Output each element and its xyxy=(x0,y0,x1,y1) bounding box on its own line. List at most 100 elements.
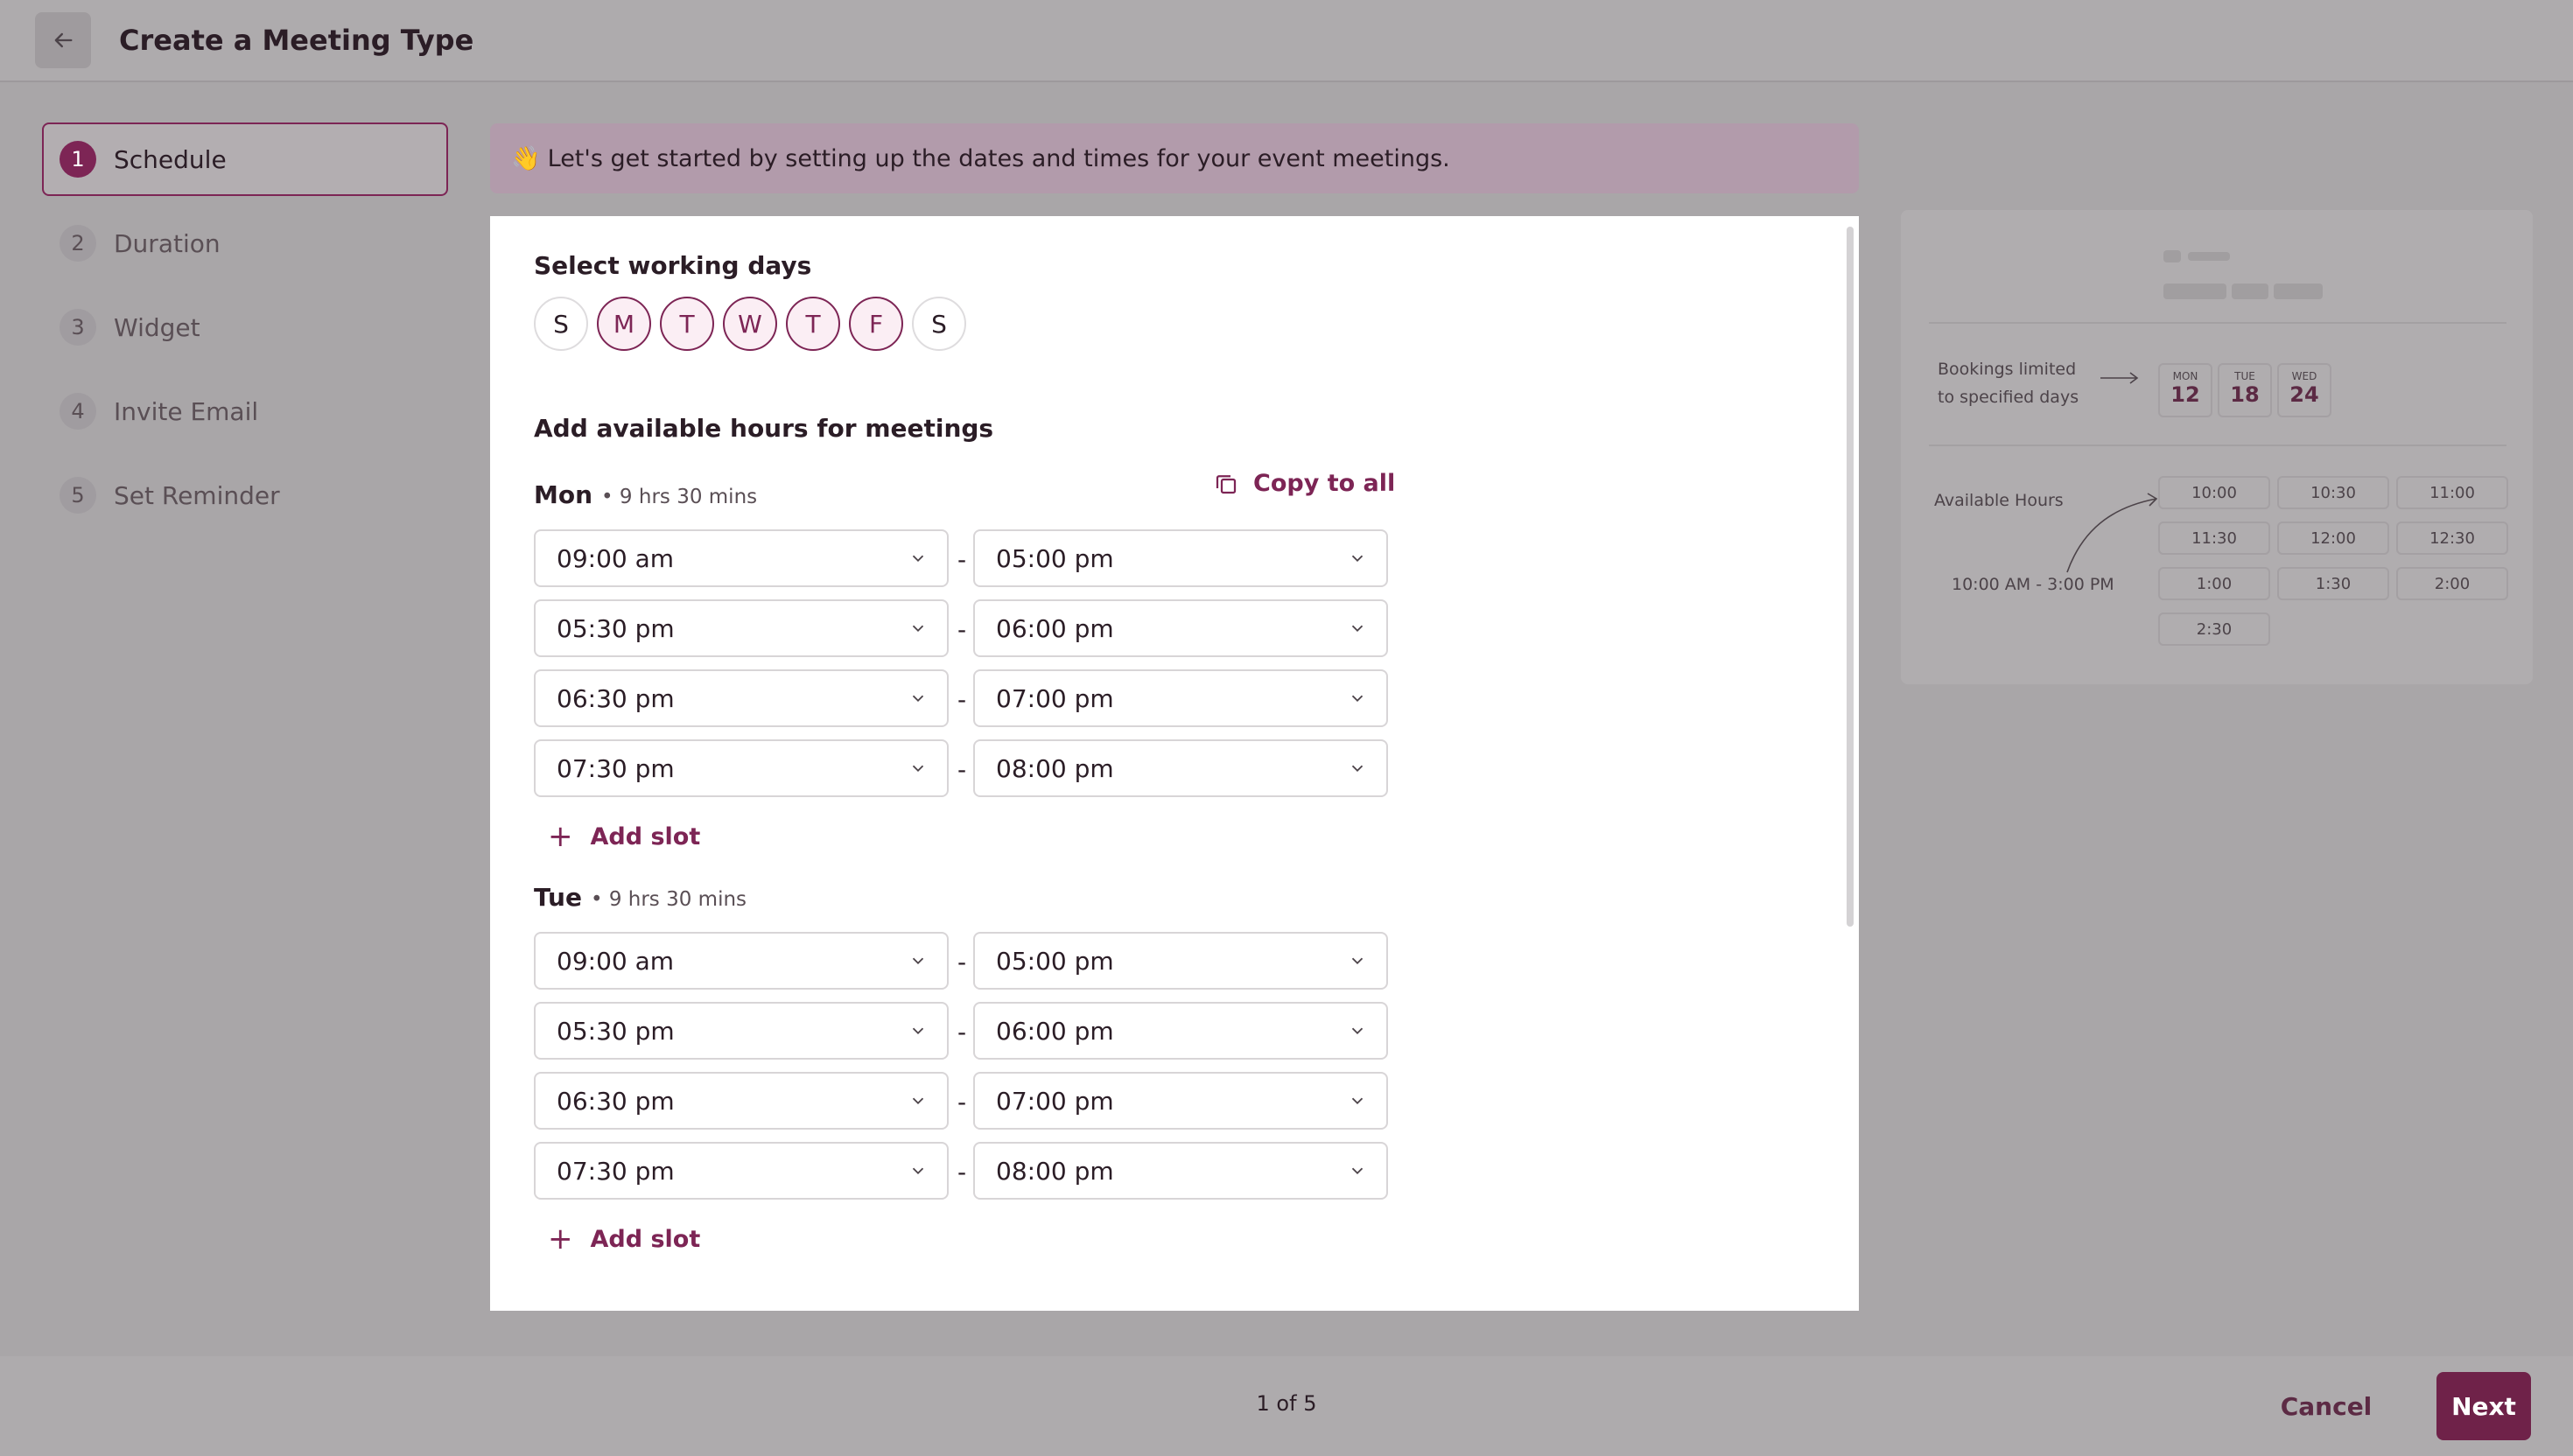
range-separator: - xyxy=(957,1088,967,1116)
chevron-down-icon xyxy=(1351,765,1364,773)
step-number: 4 xyxy=(60,393,96,430)
date-weekday: TUE xyxy=(2234,370,2255,382)
placeholder-bar xyxy=(2232,284,2268,299)
day-heading-tue: Tue • 9 hrs 30 mins xyxy=(534,883,747,912)
day-toggle-tuesday[interactable]: T xyxy=(660,297,714,351)
footer-bar: 1 of 5 Cancel Next xyxy=(0,1356,2573,1456)
arrow-left-icon xyxy=(54,32,73,48)
placeholder-bar xyxy=(2188,252,2230,261)
end-time-select[interactable]: 05:00 pm xyxy=(973,932,1388,990)
back-button[interactable] xyxy=(35,12,91,68)
range-separator: - xyxy=(957,685,967,714)
arrow-right-icon xyxy=(2100,372,2139,384)
time-slot-row: 06:30 pm - 07:00 pm xyxy=(534,1072,1388,1130)
step-label: Schedule xyxy=(114,144,227,174)
start-time-select[interactable]: 07:30 pm xyxy=(534,1142,949,1200)
end-time-value: 06:00 pm xyxy=(996,1016,1114,1046)
step-label: Set Reminder xyxy=(114,480,280,510)
time-slot-row: 05:30 pm - 06:00 pm xyxy=(534,599,1388,657)
start-time-value: 05:30 pm xyxy=(557,613,675,643)
copy-to-all-button[interactable]: Copy to all xyxy=(1213,470,1395,497)
placeholder-bar xyxy=(2163,284,2226,299)
start-time-select[interactable]: 07:30 pm xyxy=(534,739,949,797)
day-duration: • 9 hrs 30 mins xyxy=(601,486,758,508)
chevron-down-icon xyxy=(912,625,924,633)
working-days-picker: S M T W T F S xyxy=(534,297,966,351)
day-toggle-saturday[interactable]: S xyxy=(912,297,966,351)
start-time-select[interactable]: 06:30 pm xyxy=(534,669,949,727)
date-day: 18 xyxy=(2230,382,2260,407)
chevron-down-icon xyxy=(912,555,924,563)
start-time-select[interactable]: 09:00 am xyxy=(534,529,949,587)
step-set-reminder[interactable]: 5 Set Reminder xyxy=(42,458,448,532)
time-slot-row: 06:30 pm - 07:00 pm xyxy=(534,669,1388,727)
range-separator: - xyxy=(957,615,967,644)
step-number: 1 xyxy=(60,141,96,178)
schedule-panel: Select working days S M T W T F S Add av… xyxy=(490,216,1859,1311)
chevron-down-icon xyxy=(1351,555,1364,563)
available-hours-title: Add available hours for meetings xyxy=(534,414,994,443)
top-bar: Create a Meeting Type xyxy=(0,0,2573,82)
add-slot-label: Add slot xyxy=(590,1225,701,1253)
working-days-title: Select working days xyxy=(534,251,812,280)
start-time-select[interactable]: 05:30 pm xyxy=(534,1002,949,1060)
start-time-value: 06:30 pm xyxy=(557,683,675,713)
start-time-value: 07:30 pm xyxy=(557,1156,675,1186)
end-time-select[interactable]: 07:00 pm xyxy=(973,1072,1388,1130)
start-time-select[interactable]: 06:30 pm xyxy=(534,1072,949,1130)
step-pager: 1 of 5 xyxy=(1256,1391,1317,1416)
day-toggle-monday[interactable]: M xyxy=(597,297,651,351)
bookings-limited-text: Bookings limited to specified days xyxy=(1938,360,2079,407)
add-slot-button-mon[interactable]: + Add slot xyxy=(548,822,700,851)
end-time-select[interactable]: 08:00 pm xyxy=(973,1142,1388,1200)
cancel-button[interactable]: Cancel xyxy=(2258,1376,2394,1437)
divider xyxy=(1929,444,2506,446)
end-time-select[interactable]: 07:00 pm xyxy=(973,669,1388,727)
start-time-value: 05:30 pm xyxy=(557,1016,675,1046)
day-toggle-friday[interactable]: F xyxy=(849,297,903,351)
page-title: Create a Meeting Type xyxy=(119,24,474,57)
end-time-select[interactable]: 06:00 pm xyxy=(973,1002,1388,1060)
copy-to-all-label: Copy to all xyxy=(1253,470,1396,497)
end-time-value: 08:00 pm xyxy=(996,1156,1114,1186)
placeholder-bar xyxy=(2274,284,2323,299)
step-label: Invite Email xyxy=(114,396,259,426)
end-time-value: 05:00 pm xyxy=(996,946,1114,976)
end-time-value: 07:00 pm xyxy=(996,1086,1114,1116)
date-chip: WED 24 xyxy=(2277,363,2331,417)
hour-chip: 11:30 xyxy=(2158,522,2270,555)
day-toggle-thursday[interactable]: T xyxy=(786,297,840,351)
chevron-down-icon xyxy=(912,765,924,773)
next-button[interactable]: Next xyxy=(2436,1372,2531,1440)
end-time-select[interactable]: 06:00 pm xyxy=(973,599,1388,657)
step-widget[interactable]: 3 Widget xyxy=(42,290,448,364)
step-schedule[interactable]: 1 Schedule xyxy=(42,122,448,196)
available-hours-label: Available Hours xyxy=(1934,491,2064,510)
end-time-select[interactable]: 05:00 pm xyxy=(973,529,1388,587)
range-separator: - xyxy=(957,948,967,976)
day-toggle-wednesday[interactable]: W xyxy=(723,297,777,351)
chevron-down-icon xyxy=(1351,1097,1364,1105)
hour-chip: 2:30 xyxy=(2158,612,2270,646)
step-number: 3 xyxy=(60,309,96,346)
end-time-select[interactable]: 08:00 pm xyxy=(973,739,1388,797)
day-heading-mon: Mon • 9 hrs 30 mins xyxy=(534,480,757,509)
day-name: Mon xyxy=(534,480,593,509)
start-time-select[interactable]: 05:30 pm xyxy=(534,599,949,657)
step-duration[interactable]: 2 Duration xyxy=(42,206,448,280)
start-time-select[interactable]: 09:00 am xyxy=(534,932,949,990)
hour-chip: 1:30 xyxy=(2277,567,2389,600)
chevron-down-icon xyxy=(1351,695,1364,703)
placeholder-bar xyxy=(2163,250,2181,262)
hour-chip: 10:30 xyxy=(2277,476,2389,509)
start-time-value: 09:00 am xyxy=(557,543,675,573)
step-invite-email[interactable]: 4 Invite Email xyxy=(42,374,448,448)
step-label: Widget xyxy=(114,312,200,342)
day-toggle-sunday[interactable]: S xyxy=(534,297,588,351)
intro-banner: 👋 Let's get started by setting up the da… xyxy=(490,123,1859,193)
time-slot-row: 09:00 am - 05:00 pm xyxy=(534,529,1388,587)
add-slot-button-tue[interactable]: + Add slot xyxy=(548,1224,700,1254)
hour-chip: 12:00 xyxy=(2277,522,2389,555)
start-time-value: 06:30 pm xyxy=(557,1086,675,1116)
scrollbar[interactable] xyxy=(1847,227,1854,927)
